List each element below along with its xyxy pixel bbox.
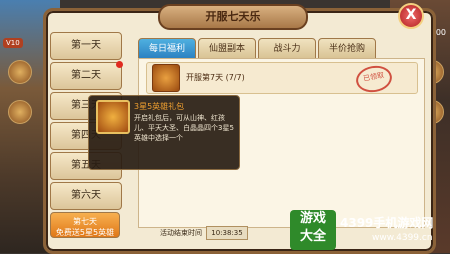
tab-daily-welfare[interactable]: 每日福利 — [138, 38, 196, 60]
watermark-url: www.4399.cn — [372, 233, 433, 243]
vip-level-badge: V10 — [3, 38, 23, 48]
watermark-site: 4399手机游戏网 — [340, 216, 434, 230]
tab-alliance-dungeon[interactable]: 仙盟副本 — [198, 38, 256, 60]
side-menu-icon[interactable] — [8, 100, 32, 124]
watermark-logo: 游戏 大全 — [290, 210, 336, 250]
tab-combat-power[interactable]: 战斗力 — [258, 38, 316, 60]
day-button-7[interactable]: 第七天 免费送5星5英雄 — [50, 212, 120, 238]
watermark: 游戏 大全 4399手机游戏网 www.4399.cn — [290, 210, 448, 250]
close-button[interactable]: X — [398, 3, 424, 29]
gift-pack-icon — [96, 100, 130, 134]
panel-title: 开服七天乐 — [158, 4, 308, 30]
side-menu-icon[interactable] — [8, 60, 32, 84]
red-dot-icon — [116, 61, 123, 68]
tooltip-description: 开启礼包后，可从山神、红孩儿、平天大圣、白晶晶四个3星5英雄中选择一个 — [134, 114, 234, 142]
day-button-2[interactable]: 第二天 — [50, 61, 123, 90]
reward-chest-icon[interactable] — [152, 64, 180, 92]
task-label: 开服第7天 (7/7) — [186, 73, 245, 82]
countdown-timer: 10:38:35 — [206, 226, 248, 240]
tab-half-price[interactable]: 半价抢购 — [318, 38, 376, 60]
tooltip-title: 3星5英雄礼包 — [134, 102, 185, 111]
event-end-label: 活动结束时间 — [160, 229, 202, 237]
day-button-6[interactable]: 第六天 — [50, 182, 122, 210]
day-button-1[interactable]: 第一天 — [50, 32, 122, 60]
